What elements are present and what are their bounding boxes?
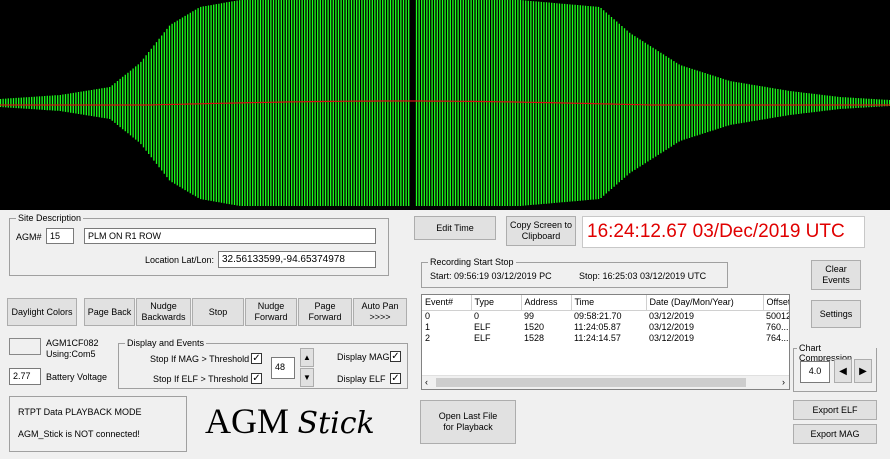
triangle-right-icon: ▶	[859, 365, 867, 377]
copy-screen-button[interactable]: Copy Screen to Clipboard	[506, 216, 576, 246]
scroll-right-icon[interactable]: ›	[782, 377, 785, 387]
recording-stop: Stop: 16:25:03 03/12/2019 UTC	[579, 271, 707, 281]
location-label: Location Lat/Lon:	[145, 255, 215, 265]
clear-events-button[interactable]: Clear Events	[811, 260, 861, 290]
status-panel	[9, 396, 187, 452]
table-row[interactable]: 0 0 99 09:58:21.70 03/12/2019 50012	[422, 310, 790, 322]
logo-agm-text: AGM	[205, 401, 290, 441]
table-cell: 0	[425, 310, 431, 321]
display-mag-checkbox[interactable]: ✓	[390, 351, 401, 362]
page-forward-button[interactable]: Page Forward	[298, 298, 352, 326]
display-elf-label: Display ELF	[337, 374, 386, 384]
edit-time-button[interactable]: Edit Time	[414, 216, 496, 240]
scroll-left-icon[interactable]: ‹	[425, 377, 428, 387]
stop-mag-checkbox[interactable]: ✓	[251, 353, 262, 364]
logo-stick-text: Stick	[297, 406, 375, 441]
threshold-up-button[interactable]: ▲	[300, 348, 314, 367]
compression-decrease-button[interactable]: ◀	[834, 359, 852, 383]
connection-indicator	[9, 338, 41, 355]
table-cell: ELF	[474, 332, 491, 343]
table-cell: 11:24:05.87	[574, 321, 621, 332]
column-header[interactable]: Time	[571, 295, 647, 311]
nudge-backwards-button[interactable]: Nudge Backwards	[136, 298, 191, 326]
table-cell: 03/12/2019	[649, 321, 695, 332]
table-cell: 09:58:21.70	[574, 310, 622, 321]
battery-voltage-label: Battery Voltage	[46, 372, 108, 382]
stop-elf-checkbox[interactable]: ✓	[251, 373, 262, 384]
column-header[interactable]: Event#	[422, 295, 472, 311]
threshold-down-button[interactable]: ▼	[300, 368, 314, 387]
column-header[interactable]: Address	[521, 295, 572, 311]
compression-value[interactable]: 4.0	[800, 361, 830, 383]
display-elf-checkbox[interactable]: ✓	[390, 373, 401, 384]
table-cell: 03/12/2019	[649, 332, 695, 343]
device-id: AGM1CF082	[46, 338, 99, 348]
table-row[interactable]: 1 ELF 1520 11:24:05.87 03/12/2019 760...	[422, 321, 789, 333]
events-table-header: Event# Type Address Time Date (Day/Mon/Y…	[422, 295, 789, 311]
table-row[interactable]: 2 ELF 1528 11:24:14.57 03/12/2019 764...	[422, 332, 789, 344]
threshold-input[interactable]: 48	[271, 357, 295, 379]
location-input[interactable]: 32.56133599,-94.65374978	[218, 251, 376, 268]
site-name-input[interactable]: PLM ON R1 ROW	[84, 228, 376, 244]
agm-number-label: AGM#	[16, 232, 42, 242]
events-horizontal-scrollbar[interactable]: ‹ ›	[422, 375, 789, 389]
column-header[interactable]: Type	[471, 295, 522, 311]
auto-pan-button[interactable]: Auto Pan >>>>	[353, 298, 407, 326]
display-events-title: Display and Events	[125, 338, 207, 348]
device-port: Using:Com5	[46, 349, 96, 359]
agm-stick-logo: AGM Stick	[205, 398, 405, 448]
table-cell: 1	[425, 321, 431, 332]
column-header[interactable]: Date (Day/Mon/Year)	[646, 295, 764, 311]
table-cell: 764...	[766, 332, 789, 343]
table-cell: 03/12/2019	[649, 310, 695, 321]
waveform-chart[interactable]	[0, 0, 890, 210]
arrow-up-icon: ▲	[303, 353, 311, 362]
page-back-button[interactable]: Page Back	[84, 298, 135, 326]
utc-clock-display: 16:24:12.67 03/Dec/2019 UTC	[582, 216, 865, 248]
table-cell: 0	[474, 310, 480, 321]
recording-start: Start: 09:56:19 03/12/2019 PC	[430, 271, 552, 281]
table-cell: ELF	[474, 321, 491, 332]
daylight-colors-button[interactable]: Daylight Colors	[7, 298, 77, 326]
playback-mode-status: RTPT Data PLAYBACK MODE	[18, 407, 142, 417]
compression-increase-button[interactable]: ▶	[854, 359, 872, 383]
table-cell: 50012	[766, 310, 790, 321]
events-table[interactable]: Event# Type Address Time Date (Day/Mon/Y…	[421, 294, 790, 390]
column-header[interactable]: Offset	[763, 295, 789, 311]
triangle-left-icon: ◀	[839, 365, 847, 377]
nudge-forward-button[interactable]: Nudge Forward	[245, 298, 297, 326]
export-elf-button[interactable]: Export ELF	[793, 400, 877, 420]
export-mag-button[interactable]: Export MAG	[793, 424, 877, 444]
stop-mag-label: Stop If MAG > Threshold	[150, 354, 250, 364]
settings-button[interactable]: Settings	[811, 300, 861, 328]
arrow-down-icon: ▼	[303, 373, 311, 382]
stop-button[interactable]: Stop	[192, 298, 244, 326]
table-cell: 760...	[766, 321, 789, 332]
table-cell: 1528	[524, 332, 545, 343]
table-cell: 1520	[524, 321, 545, 332]
battery-voltage-value: 2.77	[9, 368, 41, 385]
open-last-file-button[interactable]: Open Last File for Playback	[420, 400, 516, 444]
stop-elf-label: Stop If ELF > Threshold	[153, 374, 249, 384]
scroll-thumb[interactable]	[436, 378, 746, 387]
agm-number-input[interactable]: 15	[46, 228, 74, 244]
connection-status: AGM_Stick is NOT connected!	[18, 429, 140, 439]
display-mag-label: Display MAG	[337, 352, 390, 362]
table-cell: 2	[425, 332, 431, 343]
site-description-title: Site Description	[16, 213, 84, 223]
table-cell: 99	[524, 310, 535, 321]
table-cell: 11:24:14.57	[574, 332, 621, 343]
recording-title: Recording Start Stop	[428, 257, 516, 267]
